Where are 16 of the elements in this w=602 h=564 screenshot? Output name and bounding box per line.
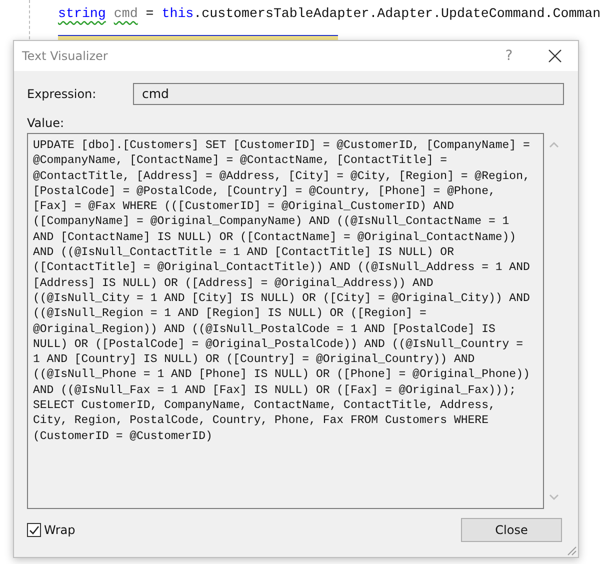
help-button[interactable]: ? <box>486 41 532 71</box>
close-icon <box>548 49 562 63</box>
expression-field[interactable]: cmd <box>133 83 564 105</box>
window-title: Text Visualizer <box>22 49 108 63</box>
scroll-down-icon <box>549 494 559 501</box>
resize-grip-icon <box>565 544 577 556</box>
value-text-area[interactable] <box>27 133 544 509</box>
value-label: Value: <box>27 116 65 130</box>
scroll-up-icon <box>549 141 559 148</box>
wrap-label: Wrap <box>44 523 76 537</box>
check-icon <box>28 524 40 536</box>
code-line: string cmd = this.customersTableAdapter.Adapter.UpdateCommand.Comman <box>58 5 601 23</box>
value-text: UPDATE [dbo].[Customers] SET [CustomerID] = @CustomerID, [CompanyName] = @CompanyName, [ContactName] = @ContactName, [ContactTitle] = @ContactTitle, [Address] = @Address, [City] = @City, [Region] = @Region, [PostalCode] = @PostalCode, [Country] = @Country, [Phone] = @Phone, [Fax] = @Fax WHERE (([CustomerID] = @Original_CustomerID) AND ([CompanyName] = @Original_CompanyName) AND ((@IsNull_ContactName = 1 AND [ContactName] IS NULL) OR ([ContactName] = @Original_ContactName)) AND ((@IsNull_ContactTitle = 1 AND [ContactTitle] IS NULL) OR ([ContactTitle] = @Original_ContactTitle)) AND ((@IsNull_Address = 1 AND [Address] IS NULL) OR ([Address] = @Original_Address)) AND ((@IsNull_City = 1 AND [City] IS NULL) OR ([City] = @Original_City)) AND ((@IsNull_Region = 1 AND [Region] IS NULL) OR ([Region] = @Original_Region)) AND ((@IsNull_PostalCode = 1 AND [PostalCode] IS NULL) OR ([PostalCode] = @Original_PostalCode)) AND ((@IsNull_Country = 1 AND [Country] IS NULL) OR ([Country] = @Original_Country)) AND ((@IsNull_Phone = 1 AND [Phone] IS NULL) OR ([Phone] = @Original_Phone)) AND ((@IsNull_Fax = 1 AND [Fax] IS NULL) OR ([Fax] = @Original_Fax))); SELECT CustomerID, CompanyName, ContactName, ContactTitle, Address, City, Region, PostalCode, Country, Phone, Fax FROM Customers WHERE (CustomerID = @CustomerID) <box>33 138 531 444</box>
expression-label: Expression: <box>27 87 98 101</box>
wrap-checkbox[interactable] <box>27 523 41 537</box>
close-button[interactable]: Close <box>461 518 562 542</box>
